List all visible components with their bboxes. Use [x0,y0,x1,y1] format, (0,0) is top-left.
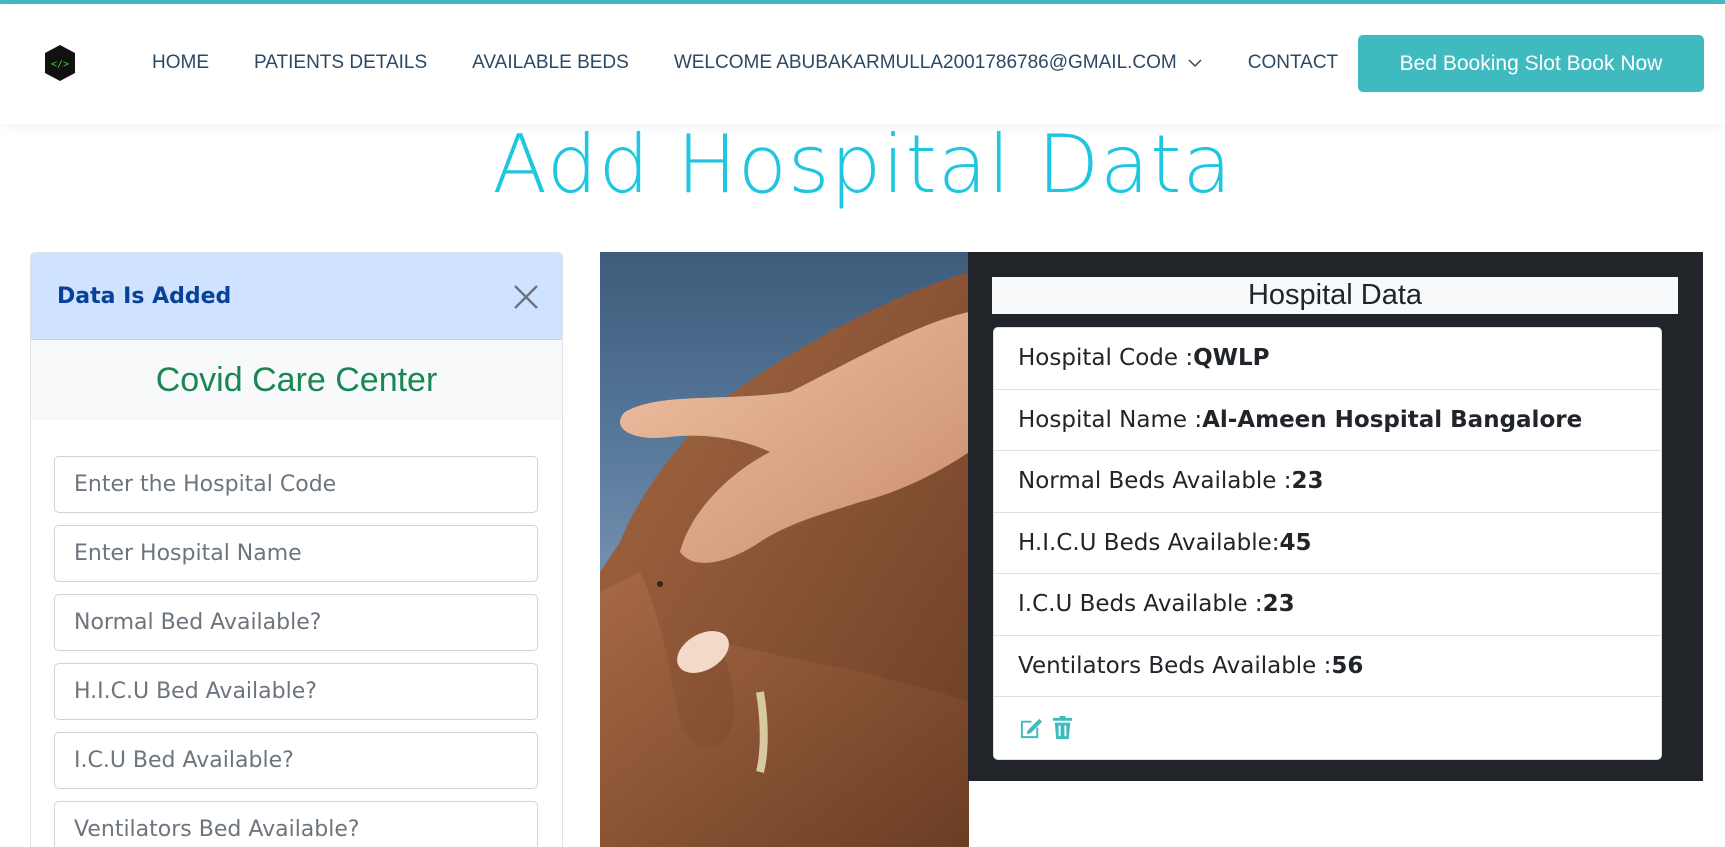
row-value: Al-Ameen Hospital Bangalore [1202,406,1583,433]
trash-icon[interactable] [1049,714,1076,741]
welcome-user-label: WELCOME ABUBAKARMULLA2001786786@GMAIL.CO… [673,52,1177,73]
hospital-form [31,420,562,847]
row-label: Normal Beds Available : [1018,468,1292,495]
hospital-form-card: Data Is Added Covid Care Center [30,252,563,847]
book-now-button[interactable]: Bed Booking Slot Book Now [1358,35,1704,92]
row-value: 56 [1331,652,1364,679]
chevron-down-icon [1188,59,1202,68]
hicu-bed-input[interactable] [54,663,538,720]
row-label: H.I.C.U Beds Available: [1018,529,1280,556]
hands-photo [600,252,969,847]
nav-available-beds[interactable]: AVAILABLE BEDS [472,52,629,74]
row-label: Ventilators Beds Available : [1018,652,1332,679]
actions-row [994,697,1661,759]
svg-text:</>: </> [51,59,69,70]
page-title: Add Hospital Data [492,118,1233,211]
normal-bed-input[interactable] [54,594,538,651]
normal-beds-row: Normal Beds Available : 23 [994,451,1661,513]
hospital-data-list: Hospital Code : QWLP Hospital Name : Al-… [993,327,1662,760]
hospital-data-panel: Hospital Data Hospital Code : QWLP Hospi… [968,252,1703,781]
site-header: </> HOME PATIENTS DETAILS AVAILABLE BEDS… [0,4,1725,124]
hands-illustration [600,252,969,847]
nav-user-dropdown[interactable]: WELCOME ABUBAKARMULLA2001786786@GMAIL.CO… [674,52,1203,74]
form-header: Covid Care Center [31,340,562,420]
hospital-code-row: Hospital Code : QWLP [994,328,1661,390]
hospital-name-input[interactable] [54,525,538,582]
ventilator-beds-row: Ventilators Beds Available : 56 [994,636,1661,697]
row-value: QWLP [1193,345,1270,372]
ventilator-bed-input[interactable] [54,801,538,847]
edit-icon[interactable] [1018,714,1045,741]
icu-bed-input[interactable] [54,732,538,789]
row-value: 45 [1279,529,1312,556]
row-label: I.C.U Beds Available : [1018,591,1263,618]
form-title: Covid Care Center [155,360,438,399]
nav-home[interactable]: HOME [152,52,209,74]
hicu-beds-row: H.I.C.U Beds Available: 45 [994,513,1661,574]
row-label: Hospital Code : [1018,345,1194,372]
close-icon[interactable] [512,283,540,311]
success-alert: Data Is Added [31,253,562,340]
row-label: Hospital Name : [1018,406,1203,433]
logo-icon[interactable]: </> [43,43,77,83]
row-value: 23 [1291,468,1324,495]
row-value: 23 [1262,591,1295,618]
hospital-data-title: Hospital Data [992,277,1678,314]
hospital-code-input[interactable] [54,456,538,513]
icu-beds-row: I.C.U Beds Available : 23 [994,574,1661,636]
hospital-name-row: Hospital Name : Al-Ameen Hospital Bangal… [994,390,1661,451]
alert-message: Data Is Added [57,283,232,309]
main-nav: HOME PATIENTS DETAILS AVAILABLE BEDS WEL… [152,52,1383,74]
nav-contact[interactable]: CONTACT [1248,52,1338,74]
nav-patients-details[interactable]: PATIENTS DETAILS [254,52,427,74]
